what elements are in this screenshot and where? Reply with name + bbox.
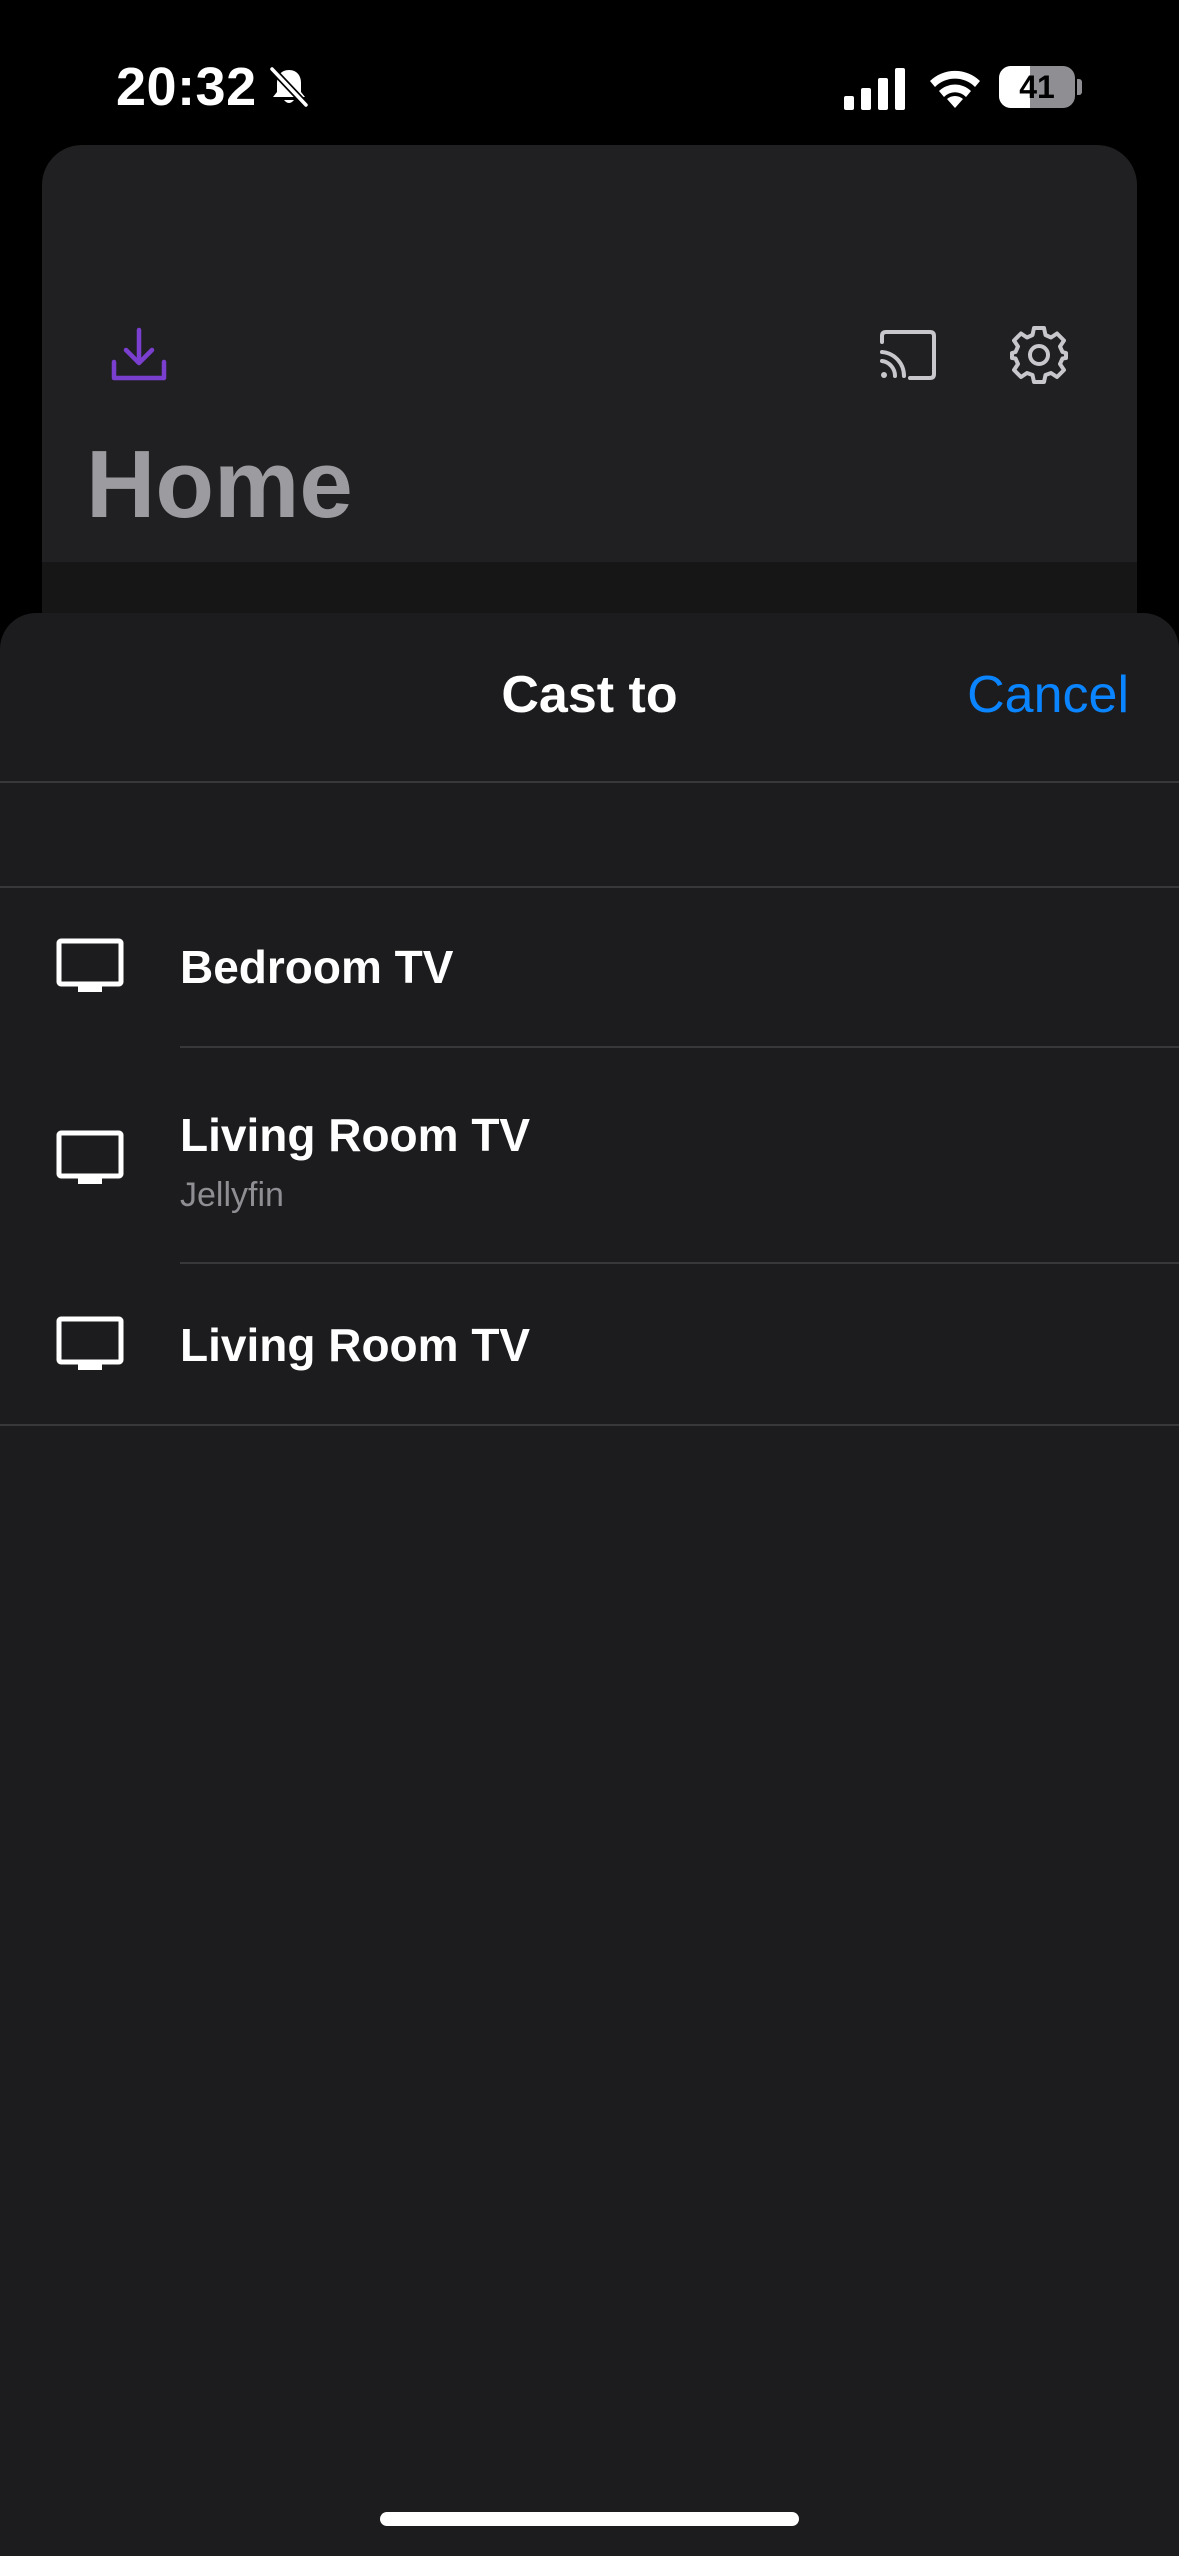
divider [0, 781, 1179, 783]
device-row-living-room-tv-jellyfin[interactable]: Living Room TV Jellyfin [0, 1048, 1179, 1262]
device-row-bedroom-tv[interactable]: Bedroom TV [0, 888, 1179, 1046]
device-name: Bedroom TV [180, 941, 454, 993]
battery-level: 41 [1019, 69, 1055, 105]
cast-icon[interactable] [876, 328, 938, 382]
wifi-icon [930, 70, 980, 108]
cellular-signal-icon [844, 68, 905, 110]
tv-icon [56, 938, 124, 992]
gear-icon[interactable] [1008, 324, 1070, 386]
cancel-button[interactable]: Cancel [967, 665, 1129, 725]
tv-icon [56, 1316, 124, 1370]
device-name: Living Room TV [180, 1109, 531, 1161]
page-title: Home [86, 431, 353, 538]
device-name: Living Room TV [180, 1319, 531, 1371]
download-icon[interactable] [110, 326, 168, 384]
device-subtitle: Jellyfin [180, 1176, 284, 1214]
status-time: 20:32 [116, 57, 257, 117]
tv-icon [56, 1130, 124, 1184]
battery-tip [1077, 79, 1082, 95]
battery-icon: 41 [999, 66, 1075, 108]
divider [0, 1424, 1179, 1426]
home-indicator[interactable] [380, 2512, 799, 2526]
device-row-living-room-tv[interactable]: Living Room TV [0, 1264, 1179, 1424]
bell-slash-icon [269, 66, 309, 108]
